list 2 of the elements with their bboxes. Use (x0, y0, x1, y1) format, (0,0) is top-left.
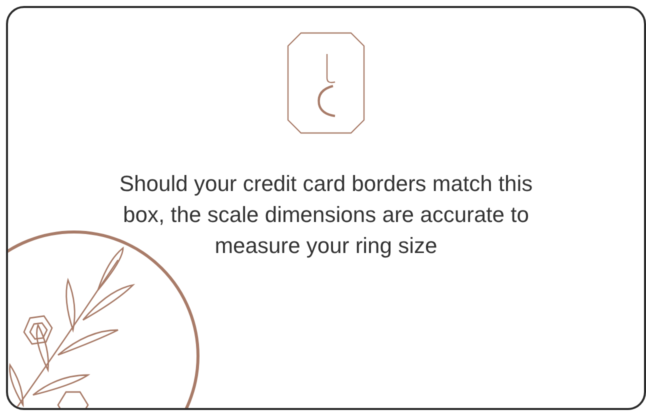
instruction-text: Should your credit card borders match this box, the scale dimensions are accurate to measure your ring size (118, 170, 534, 260)
logo-icon (287, 32, 365, 134)
